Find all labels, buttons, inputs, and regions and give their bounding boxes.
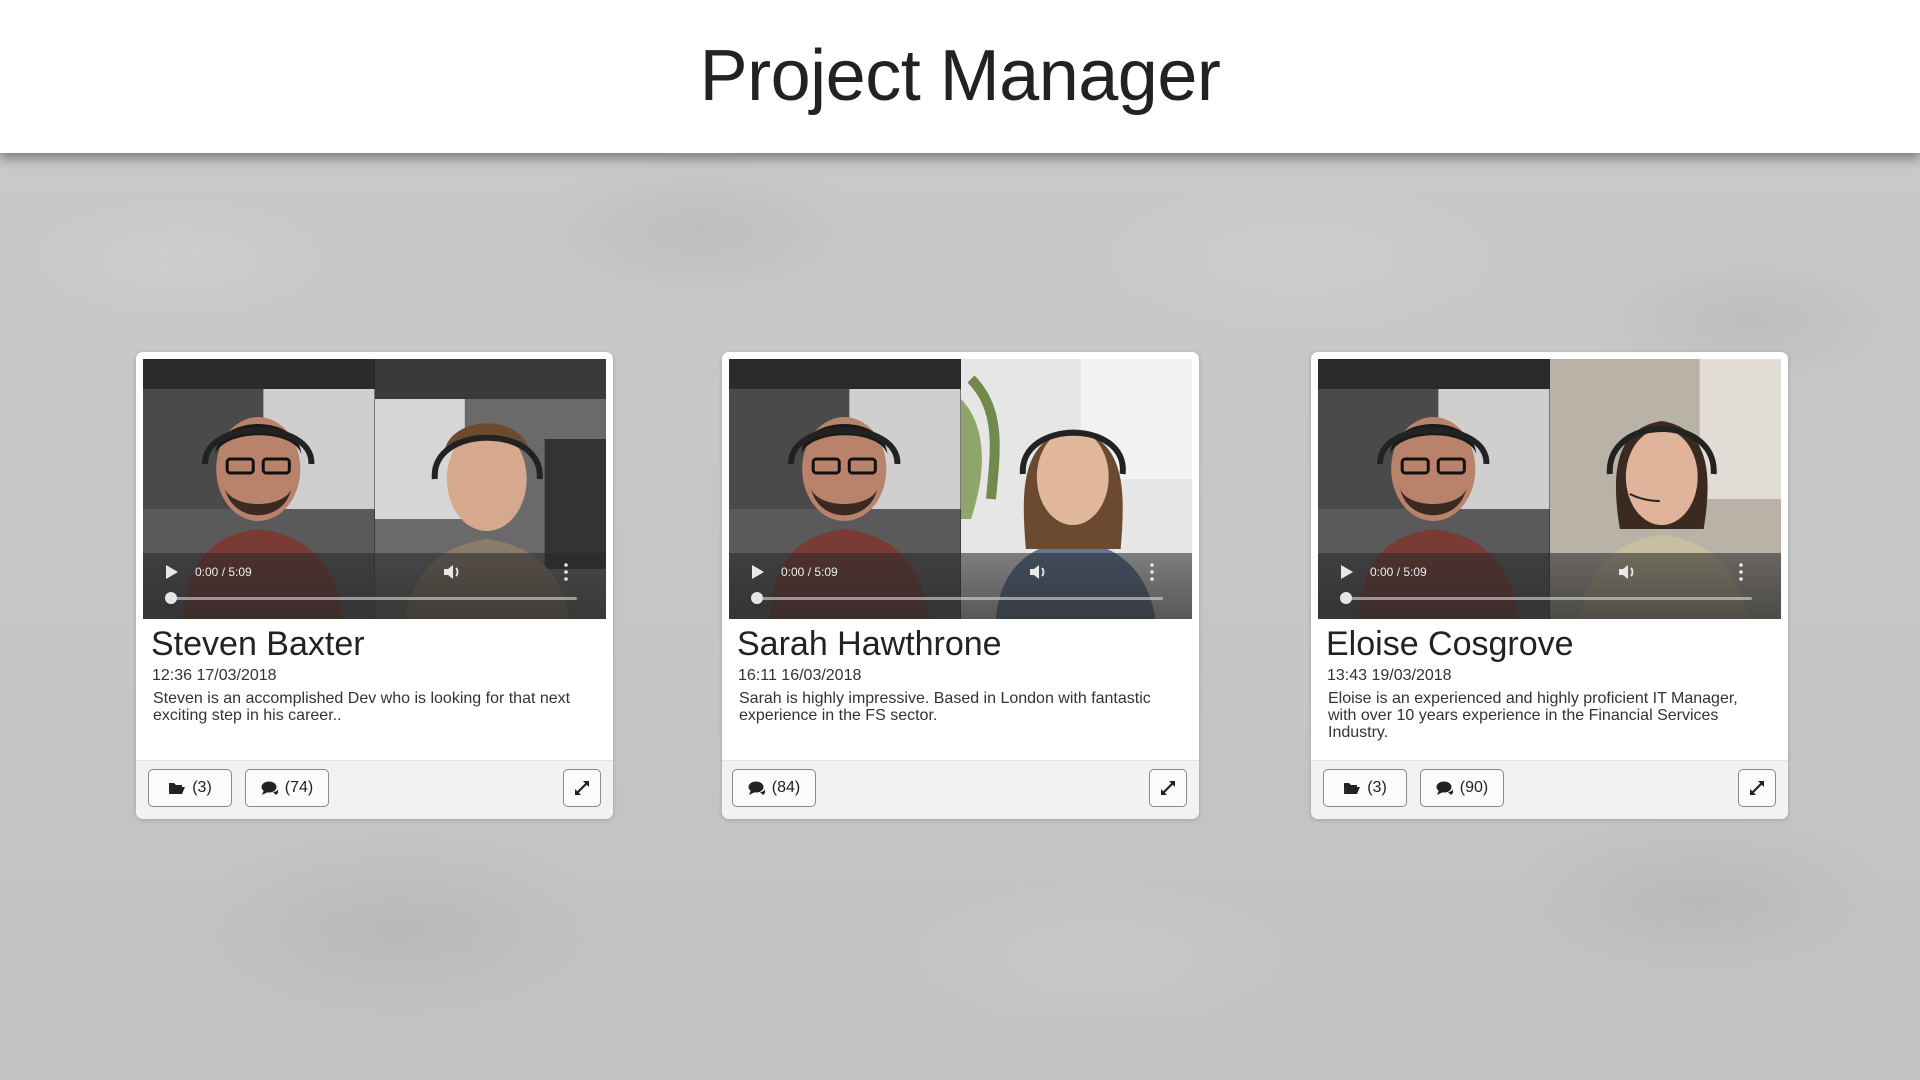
- folder-open-icon: [169, 783, 186, 794]
- candidate-description: Sarah is highly impressive. Based in Lon…: [739, 690, 1151, 724]
- video-seek-bar[interactable]: [1346, 597, 1752, 600]
- expand-button[interactable]: [1149, 769, 1187, 807]
- folder-count: (3): [192, 779, 212, 796]
- candidate-timestamp: 16:11 16/03/2018: [738, 667, 862, 684]
- video-controls: 0:00 / 5:09: [729, 553, 1192, 619]
- candidate-timestamp: 13:43 19/03/2018: [1327, 667, 1452, 684]
- folder-count: (3): [1367, 779, 1387, 796]
- comment-count: (74): [284, 779, 314, 796]
- comments-button[interactable]: (90): [1420, 769, 1504, 807]
- candidate-description: Steven is an accomplished Dev who is loo…: [153, 690, 571, 724]
- page-title: Project Manager: [699, 35, 1221, 116]
- video-player[interactable]: 0:00 / 5:09: [729, 359, 1192, 619]
- folder-button[interactable]: (3): [148, 769, 232, 807]
- candidate-name: Sarah Hawthrone: [737, 625, 1002, 663]
- expand-icon: [1750, 781, 1764, 795]
- play-icon[interactable]: [166, 565, 178, 579]
- video-time: 0:00 / 5:09: [781, 565, 838, 579]
- video-player[interactable]: 0:00 / 5:09: [1318, 359, 1781, 619]
- more-vertical-icon[interactable]: [563, 562, 569, 582]
- candidate-timestamp: 12:36 17/03/2018: [152, 667, 277, 684]
- folder-button[interactable]: (3): [1323, 769, 1407, 807]
- comments-icon: [261, 781, 278, 795]
- video-seek-handle[interactable]: [751, 592, 763, 604]
- candidate-description: Eloise is an experienced and highly prof…: [1328, 690, 1738, 741]
- comments-icon: [1436, 781, 1453, 795]
- candidate-name: Steven Baxter: [151, 625, 365, 663]
- expand-button[interactable]: [563, 769, 601, 807]
- video-time: 0:00 / 5:09: [1370, 565, 1427, 579]
- video-time: 0:00 / 5:09: [195, 565, 252, 579]
- candidate-name: Eloise Cosgrove: [1326, 625, 1574, 663]
- candidate-card: 0:00 / 5:09 Steven Baxter 12:36 17/03/20…: [136, 352, 613, 819]
- comment-count: (84): [771, 779, 801, 796]
- expand-icon: [575, 781, 589, 795]
- candidate-card: 0:00 / 5:09 Eloise Cosgrove 13:43 19/03/…: [1311, 352, 1788, 819]
- page-header: Project Manager: [0, 0, 1920, 153]
- volume-icon[interactable]: [442, 563, 462, 581]
- comments-button[interactable]: (84): [732, 769, 816, 807]
- volume-icon[interactable]: [1617, 563, 1637, 581]
- video-player[interactable]: 0:00 / 5:09: [143, 359, 606, 619]
- video-controls: 0:00 / 5:09: [143, 553, 606, 619]
- video-seek-handle[interactable]: [165, 592, 177, 604]
- video-seek-bar[interactable]: [757, 597, 1163, 600]
- video-controls: 0:00 / 5:09: [1318, 553, 1781, 619]
- expand-button[interactable]: [1738, 769, 1776, 807]
- video-seek-handle[interactable]: [1340, 592, 1352, 604]
- more-vertical-icon[interactable]: [1738, 562, 1744, 582]
- candidate-card: 0:00 / 5:09 Sarah Hawthrone 16:11 16/03/…: [722, 352, 1199, 819]
- card-footer: (3) (90): [1311, 760, 1788, 819]
- volume-icon[interactable]: [1028, 563, 1048, 581]
- more-vertical-icon[interactable]: [1149, 562, 1155, 582]
- play-icon[interactable]: [1341, 565, 1353, 579]
- video-seek-bar[interactable]: [171, 597, 577, 600]
- comments-button[interactable]: (74): [245, 769, 329, 807]
- card-footer: (84): [722, 760, 1199, 819]
- card-footer: (3) (74): [136, 760, 613, 819]
- comments-icon: [748, 781, 765, 795]
- folder-open-icon: [1344, 783, 1361, 794]
- comment-count: (90): [1459, 779, 1489, 796]
- expand-icon: [1161, 781, 1175, 795]
- play-icon[interactable]: [752, 565, 764, 579]
